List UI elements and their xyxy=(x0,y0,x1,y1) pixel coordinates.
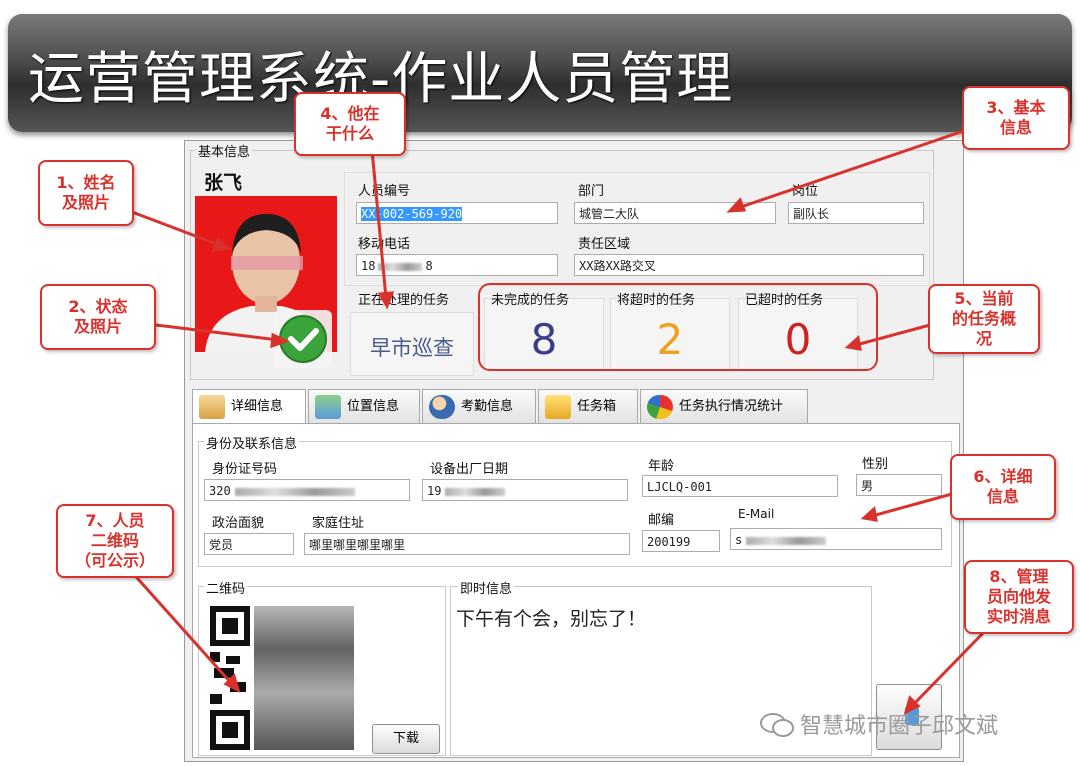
callout-5-task-summary: 5、当前 的任务概 况 xyxy=(928,284,1040,354)
callout-7-qr-code: 7、人员 二维码 （可公示） xyxy=(56,504,174,578)
callout-6-detail-info: 6、详细 信息 xyxy=(950,454,1056,520)
callout-1-name-photo: 1、姓名 及照片 xyxy=(38,160,134,226)
callout-3-basic-info: 3、基本 信息 xyxy=(962,86,1070,150)
callout-arrows xyxy=(128,124,988,715)
callout-4-current-task: 4、他在 干什么 xyxy=(294,92,406,156)
callout-8-send-message: 8、管理 员向他发 实时消息 xyxy=(964,560,1074,634)
callout-2-status: 2、状态 及照片 xyxy=(40,284,156,350)
